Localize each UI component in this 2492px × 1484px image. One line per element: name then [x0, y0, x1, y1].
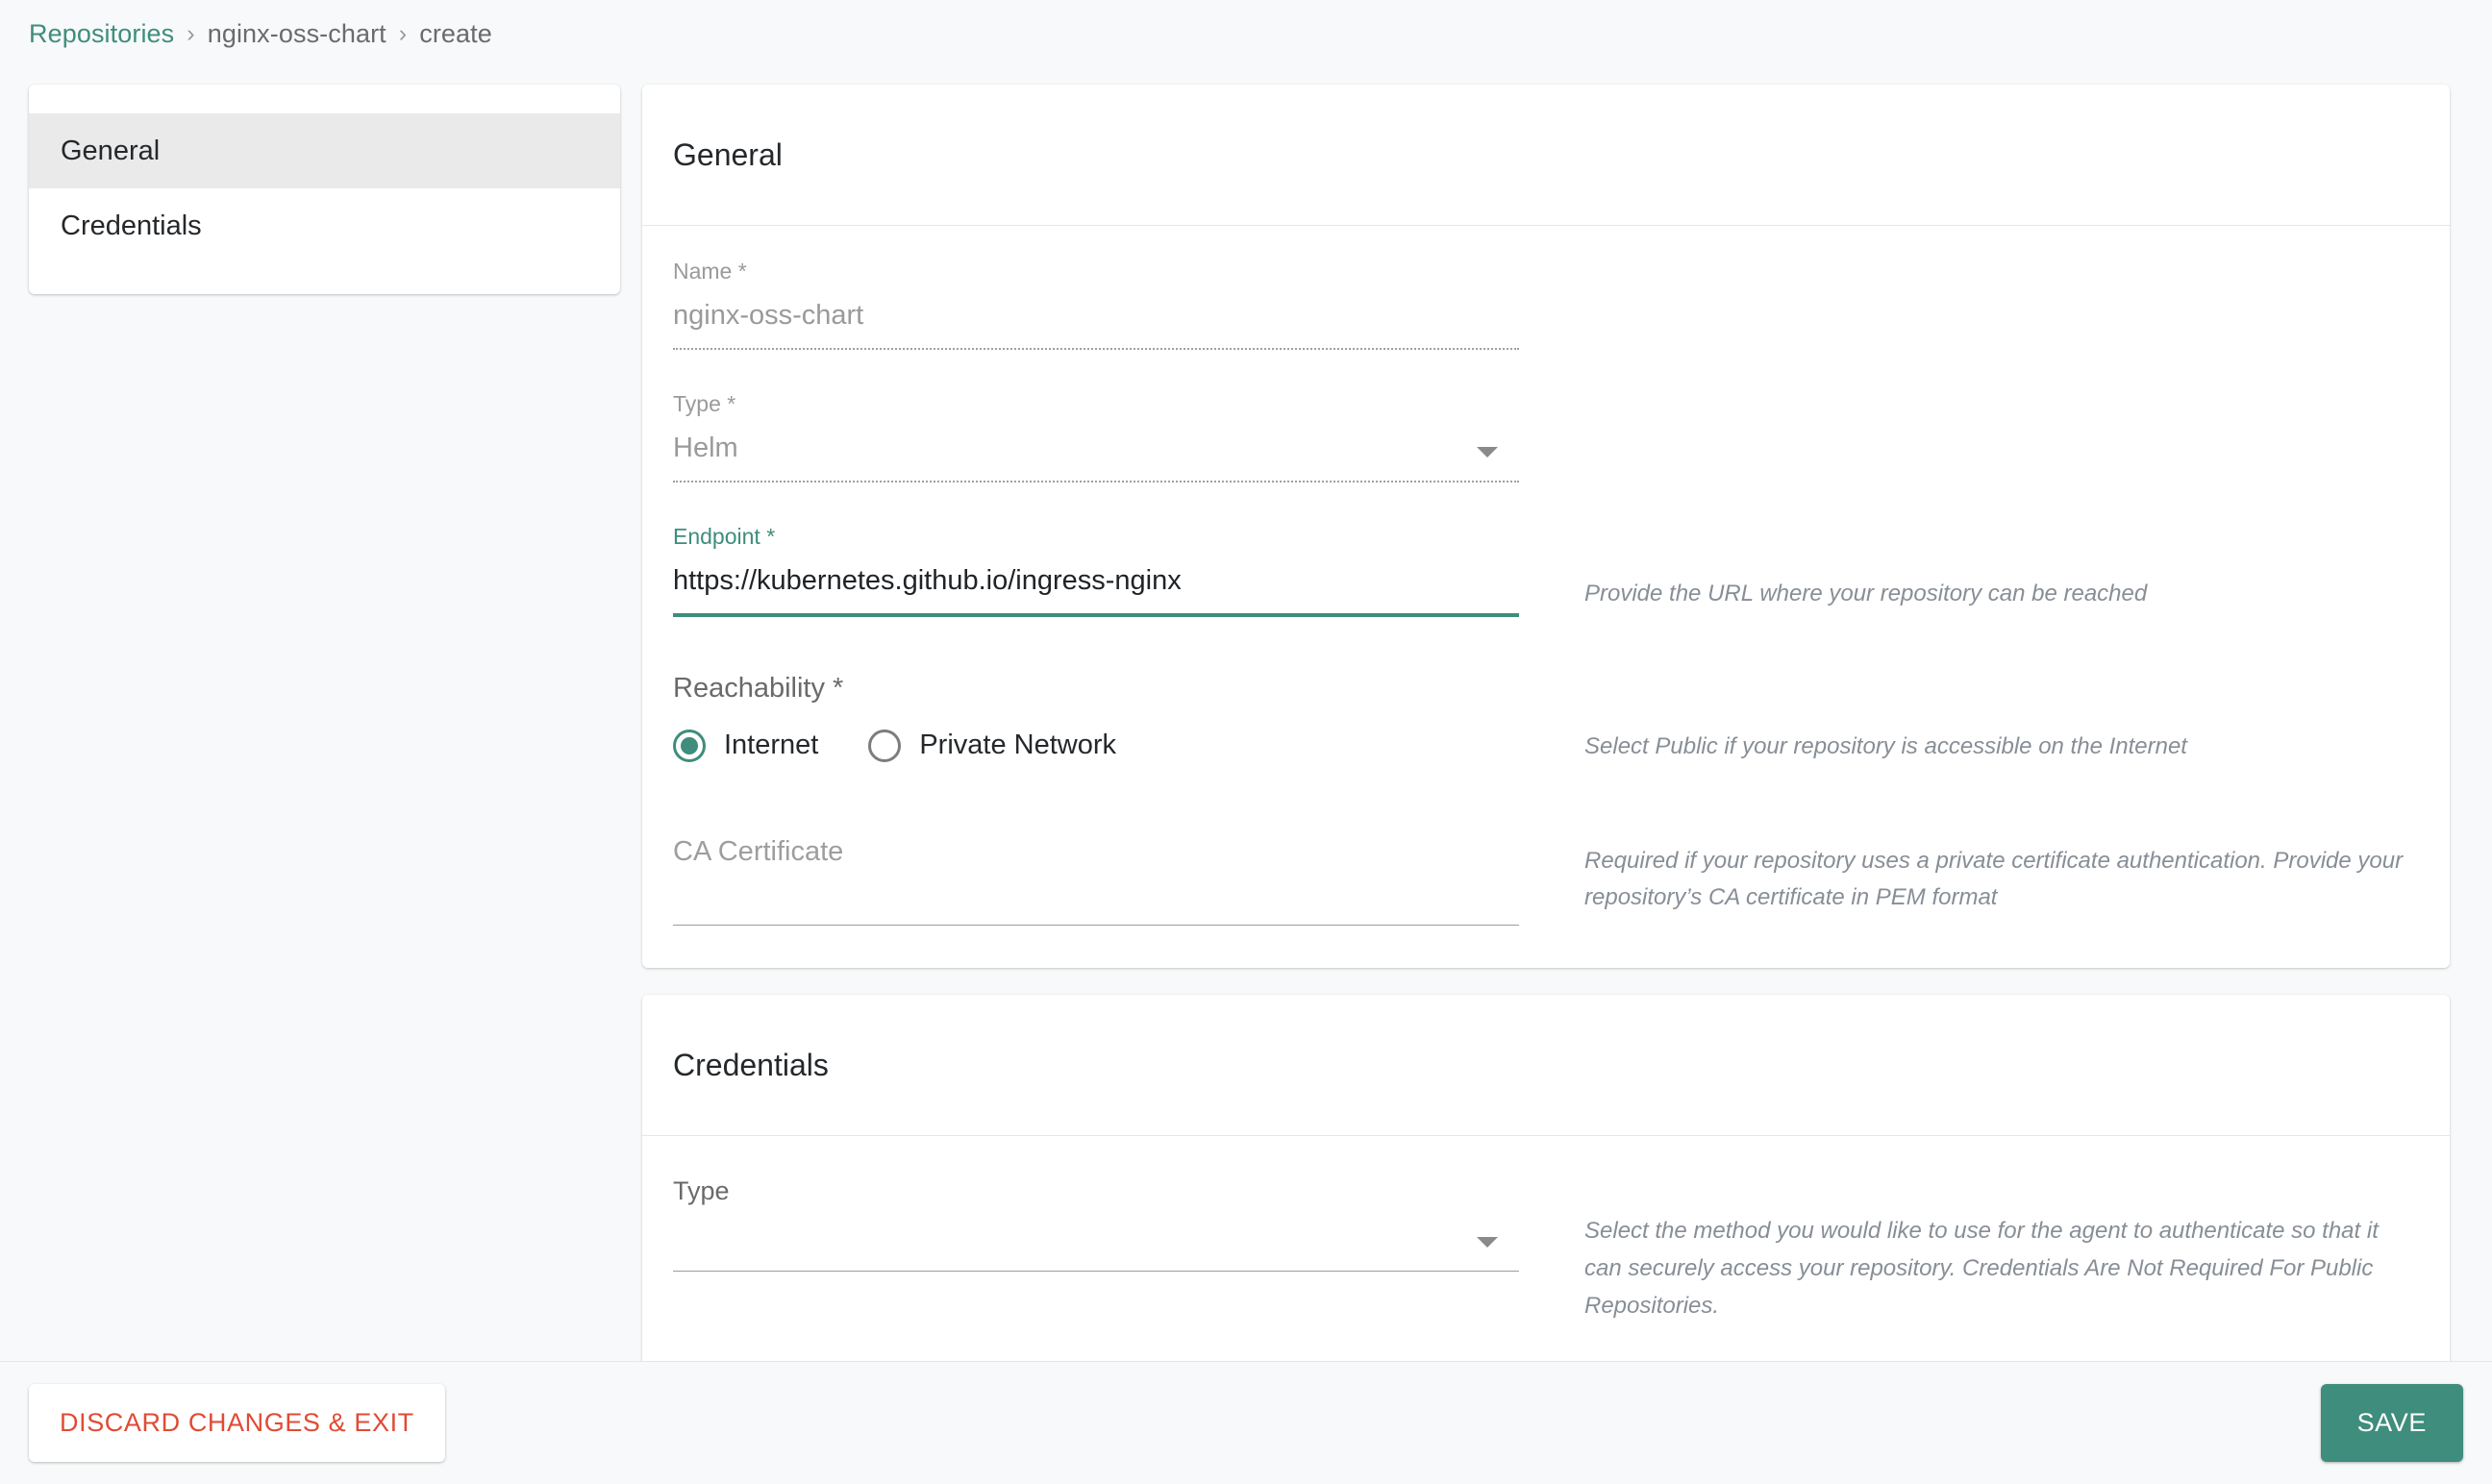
sidebar-item-credentials[interactable]: Credentials — [29, 188, 620, 263]
section-nav-card: General Credentials — [29, 85, 620, 294]
reachability-field-hint: Select Public if your repository is acce… — [1584, 732, 2187, 759]
discard-changes-button[interactable]: DISCARD CHANGES & EXIT — [29, 1384, 445, 1462]
endpoint-input[interactable]: https://kubernetes.github.io/ingress-ngi… — [673, 565, 1519, 617]
sidebar-item-label: Credentials — [61, 210, 202, 241]
save-button[interactable]: SAVE — [2320, 1384, 2463, 1462]
name-field-label: Name * — [673, 259, 747, 284]
reachability-field-row: Reachability * Internet Private Network … — [673, 673, 2419, 766]
credentials-type-label: Type — [673, 1176, 730, 1206]
type-field[interactable]: Type * Helm — [673, 390, 1519, 482]
name-field[interactable]: Name * nginx-oss-chart — [673, 260, 1519, 350]
name-input: nginx-oss-chart — [673, 300, 1519, 350]
general-card-title: General — [642, 85, 2450, 226]
general-card: General Name * nginx-oss-chart Type * He… — [642, 85, 2450, 969]
credentials-card: Credentials Type Select the method you w… — [642, 995, 2450, 1376]
breadcrumb-item-repo[interactable]: nginx-oss-chart — [208, 19, 386, 49]
breadcrumb: Repositories › nginx-oss-chart › create — [29, 19, 492, 49]
chevron-down-icon[interactable] — [1477, 1237, 1498, 1249]
breadcrumb-link-repositories[interactable]: Repositories — [29, 19, 174, 49]
radio-option-private-network[interactable]: Private Network — [868, 729, 1117, 762]
endpoint-field[interactable]: Endpoint * https://kubernetes.github.io/… — [673, 523, 1519, 617]
ca-certificate-field[interactable]: CA Certificate — [673, 836, 1519, 927]
breadcrumb-item-create: create — [419, 19, 492, 48]
chevron-down-icon[interactable] — [1477, 446, 1498, 458]
breadcrumb-separator-icon: › — [187, 20, 195, 47]
action-bar: DISCARD CHANGES & EXIT SAVE — [0, 1361, 2492, 1484]
ca-certificate-field-hint: Required if your repository uses a priva… — [1584, 847, 2404, 911]
breadcrumb-separator-icon: › — [398, 20, 408, 47]
sidebar-item-general[interactable]: General — [29, 113, 620, 188]
radio-selected-icon — [673, 729, 706, 762]
credentials-type-field[interactable]: Type — [673, 1176, 1519, 1273]
credentials-card-title: Credentials — [642, 995, 2450, 1137]
radio-label-internet: Internet — [724, 730, 819, 761]
sidebar-item-label: General — [61, 135, 161, 166]
type-select-value: Helm — [673, 432, 738, 463]
credentials-type-hint: Select the method you would like to use … — [1584, 1218, 2379, 1320]
name-field-row: Name * nginx-oss-chart — [673, 260, 2419, 350]
ca-certificate-input[interactable]: CA Certificate — [673, 836, 1519, 927]
endpoint-field-label: Endpoint * — [673, 523, 776, 549]
endpoint-field-row: Endpoint * https://kubernetes.github.io/… — [673, 523, 2419, 617]
reachability-label: Reachability * — [673, 672, 844, 704]
ca-certificate-field-row: CA Certificate Required if your reposito… — [673, 836, 2419, 927]
radio-option-internet[interactable]: Internet — [673, 729, 819, 762]
radio-unselected-icon — [868, 729, 902, 762]
main-content: General Name * nginx-oss-chart Type * He… — [642, 85, 2450, 1402]
credentials-type-field-row: Type Select the method you would like to… — [673, 1178, 2419, 1325]
type-field-label: Type * — [673, 390, 736, 416]
radio-label-private-network: Private Network — [919, 730, 1117, 761]
reachability-radio-group: Internet Private Network — [673, 729, 1519, 762]
type-field-row: Type * Helm — [673, 390, 2419, 482]
endpoint-field-hint: Provide the URL where your repository ca… — [1584, 580, 2148, 606]
